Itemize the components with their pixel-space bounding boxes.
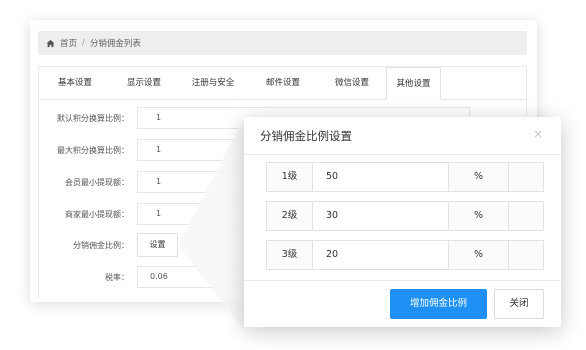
breadcrumb-current: 分销佣金列表: [89, 39, 141, 49]
row-action[interactable]: [508, 201, 544, 231]
breadcrumb-home[interactable]: 首页: [60, 37, 77, 49]
level-row: 2级 30 %: [266, 201, 544, 231]
breadcrumb: 首页 / 分销佣金列表: [38, 31, 527, 55]
label-member-min-withdraw: 会员最小提现额：: [65, 178, 129, 187]
modal-footer: 增加佣金比例 关闭: [244, 280, 561, 328]
level-value-input[interactable]: 30: [312, 201, 449, 231]
percent-unit: %: [448, 240, 509, 270]
level-row: 1级 50 %: [266, 162, 544, 192]
level-value-input[interactable]: 20: [312, 240, 449, 270]
percent-unit: %: [448, 162, 509, 192]
close-icon[interactable]: ×: [533, 127, 543, 141]
modal-header: 分销佣金比例设置 ×: [244, 117, 561, 155]
tab-wechat[interactable]: 微信设置: [317, 67, 387, 99]
label-max-points-ratio: 最大积分换算比例：: [57, 146, 129, 155]
tab-register-security[interactable]: 注册与安全: [177, 67, 249, 99]
level-label: 1级: [266, 162, 313, 192]
row-action[interactable]: [508, 240, 544, 270]
close-button[interactable]: 关闭: [494, 289, 544, 319]
tab-other[interactable]: 其他设置: [386, 67, 441, 100]
form-labels: 默认积分换算比例： 最大积分换算比例： 会员最小提现额： 商家最小提现额： 分销…: [39, 67, 129, 299]
breadcrumb-separator: /: [82, 38, 85, 48]
tab-mail[interactable]: 邮件设置: [249, 67, 317, 99]
row-action[interactable]: [508, 162, 544, 192]
level-row: 3级 20 %: [266, 240, 544, 270]
level-label: 3级: [266, 240, 313, 270]
label-commission-ratio: 分销佣金比例：: [73, 241, 129, 250]
add-commission-button[interactable]: 增加佣金比例: [390, 289, 487, 319]
commission-settings-button[interactable]: 设置: [137, 233, 178, 257]
modal-title: 分销佣金比例设置: [260, 129, 352, 143]
home-icon[interactable]: [46, 39, 55, 48]
percent-unit: %: [448, 201, 509, 231]
label-merchant-min-withdraw: 商家最小提现额：: [65, 210, 129, 219]
label-tax-rate: 税率：: [105, 273, 129, 282]
level-label: 2级: [266, 201, 313, 231]
level-value-input[interactable]: 50: [312, 162, 449, 192]
label-default-points-ratio: 默认积分换算比例：: [57, 114, 129, 123]
commission-modal: 分销佣金比例设置 × 1级 50 % 2级 30 % 3级 20 % 增加佣金比…: [244, 117, 561, 327]
